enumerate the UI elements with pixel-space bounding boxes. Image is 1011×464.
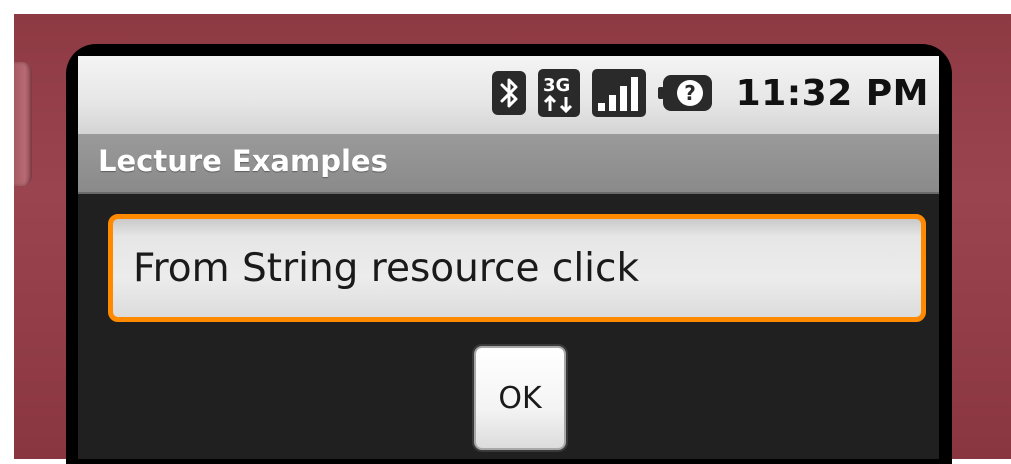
status-time: 11:32 PM	[735, 72, 929, 114]
signal-strength-icon	[591, 69, 646, 117]
3g-data-icon: 3G	[537, 69, 580, 117]
svg-text:3G: 3G	[543, 75, 570, 96]
text-input-value: From String resource click	[133, 245, 640, 291]
app-title-bar: Lecture Examples	[78, 134, 939, 194]
phone-screen: 3G ? 11:32 PM Lecture Examples From Stri…	[78, 56, 939, 459]
status-bar: 3G ? 11:32 PM	[78, 56, 939, 134]
status-icons: 3G ? 11:32 PM	[491, 68, 929, 118]
battery-unknown-icon: ?	[657, 73, 712, 113]
text-input-field[interactable]: From String resource click	[108, 214, 926, 322]
ok-button[interactable]: OK	[474, 346, 566, 450]
svg-text:?: ?	[684, 81, 696, 105]
app-title: Lecture Examples	[98, 144, 388, 178]
device-side-button	[14, 62, 32, 186]
bluetooth-icon	[491, 71, 526, 115]
